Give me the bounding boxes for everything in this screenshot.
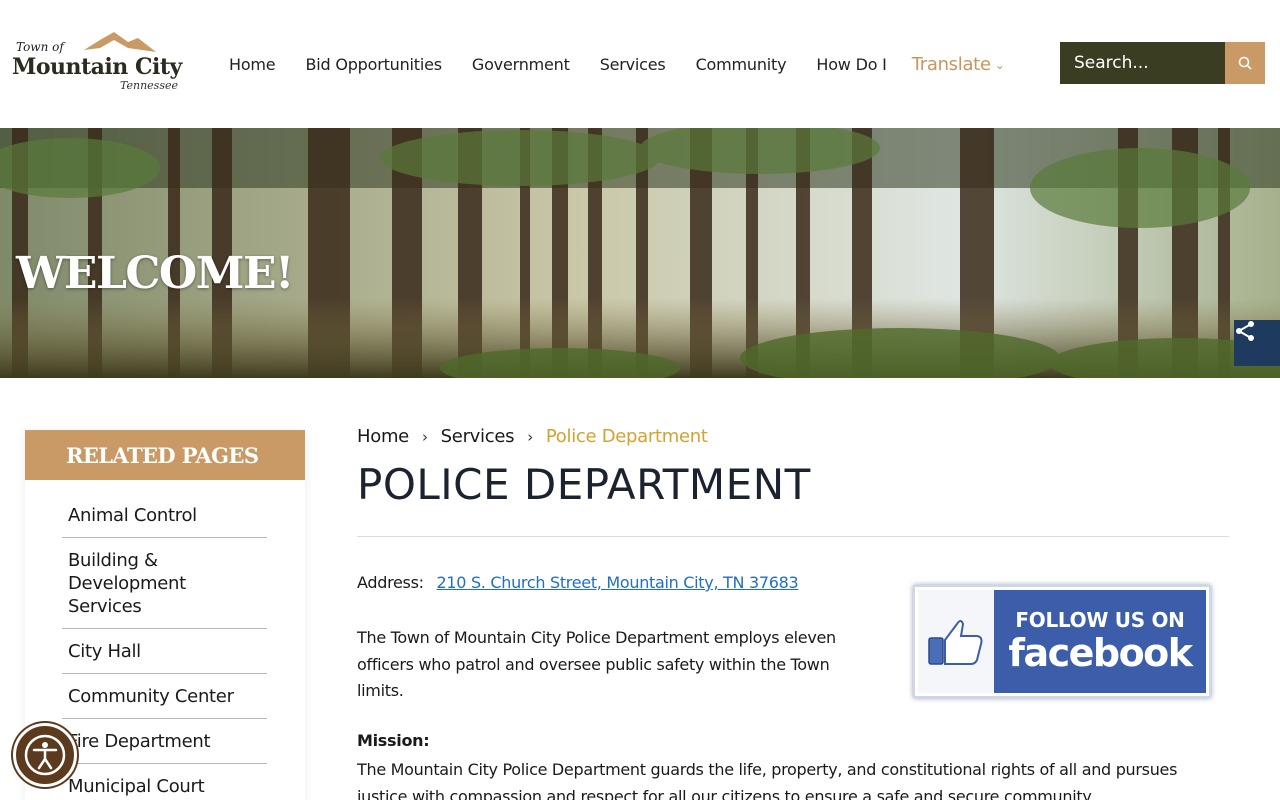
breadcrumb-separator-icon: › [421,427,428,446]
sidebar-item-building-development[interactable]: Building & Development Services [62,538,267,629]
sidebar-item-animal-control[interactable]: Animal Control [62,480,267,538]
translate-dropdown[interactable]: Translate ⌄ [902,54,1020,75]
search-input[interactable] [1060,42,1225,84]
share-button[interactable] [1234,320,1280,366]
mission-text: The Mountain City Police Department guar… [357,760,1178,800]
logo-name: Mountain City [12,54,182,80]
sidebar-item-city-hall[interactable]: City Hall [62,629,267,674]
nav-bid-opportunities[interactable]: Bid Opportunities [290,55,456,74]
facebook-follow-banner[interactable]: FOLLOW US ON facebook [913,585,1211,698]
facebook-banner-left [918,590,994,693]
nav-services[interactable]: Services [585,55,681,74]
search-icon [1238,56,1252,70]
site-logo[interactable]: Town of Mountain City Tennessee [10,30,186,98]
nav-how-do-i[interactable]: How Do I [801,55,901,74]
address-line: Address: 210 S. Church Street, Mountain … [357,573,799,592]
address-link[interactable]: 210 S. Church Street, Mountain City, TN … [437,573,799,592]
facebook-banner-inner: FOLLOW US ON facebook [918,590,1206,693]
translate-label: Translate [911,53,991,75]
accessibility-button[interactable] [13,723,77,787]
facebook-brand-text: facebook [1008,630,1193,675]
main-nav: Home Bid Opportunities Government Servic… [214,52,1019,76]
facebook-follow-text: FOLLOW US ON [1015,607,1185,632]
sidebar-heading: RELATED PAGES [25,430,305,480]
logo-state: Tennessee [120,79,178,92]
thumbs-up-icon [928,619,983,665]
sidebar-item-community-center[interactable]: Community Center [62,674,267,719]
page-title: POLICE DEPARTMENT [357,460,811,509]
mission-label: Mission: [357,731,430,750]
breadcrumb-services[interactable]: Services [441,426,515,447]
hero-banner: WELCOME! [0,128,1280,378]
nav-government[interactable]: Government [457,55,585,74]
site-header: Town of Mountain City Tennessee Home Bid… [0,0,1280,128]
search-button[interactable] [1225,42,1265,84]
breadcrumb: Home › Services › Police Department [357,426,708,447]
address-label: Address: [357,573,424,592]
breadcrumb-current: Police Department [545,426,708,447]
share-icon [1236,321,1254,341]
breadcrumb-separator-icon: › [527,427,533,446]
accessibility-icon [24,734,66,776]
breadcrumb-home[interactable]: Home [357,426,409,447]
search-bar [1060,42,1265,84]
intro-paragraph: The Town of Mountain City Police Departm… [357,628,836,700]
chevron-down-icon: ⌄ [994,58,1005,72]
nav-community[interactable]: Community [681,55,802,74]
title-divider [357,536,1229,537]
logo-town-of: Town of [16,40,64,54]
facebook-banner-right: FOLLOW US ON facebook [994,590,1206,693]
sidebar-item-fire-department[interactable]: Fire Department [62,719,267,764]
banner-title: WELCOME! [16,248,294,299]
sidebar-item-municipal-court[interactable]: Municipal Court [62,764,267,800]
nav-home[interactable]: Home [214,55,290,74]
